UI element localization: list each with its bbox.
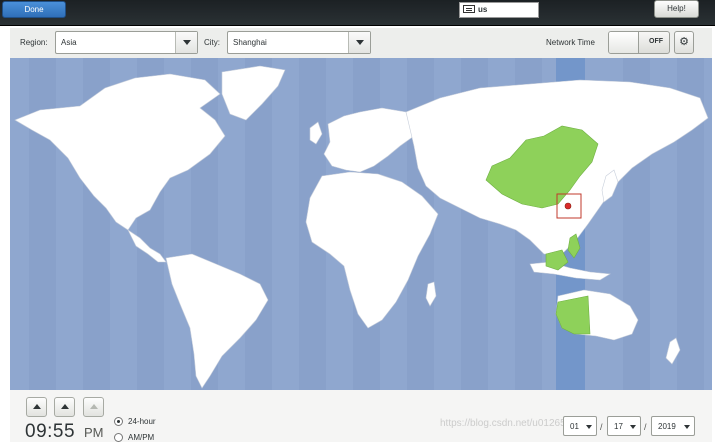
minute-increment-button[interactable] <box>54 397 75 417</box>
network-time-state: OFF <box>649 38 663 45</box>
city-label: City: <box>204 38 220 47</box>
date-time-panel: 09:55 PM 24-hour AM/PM https://blog.csdn… <box>10 390 712 442</box>
city-dropdown-arrow[interactable] <box>348 32 370 53</box>
region-label: Region: <box>20 38 48 47</box>
ampm-increment-button[interactable] <box>83 397 104 417</box>
gear-icon: ⚙ <box>679 36 689 48</box>
format-24h-radio[interactable] <box>114 417 123 426</box>
month-combo[interactable]: 01 <box>563 416 597 436</box>
greenland <box>221 65 286 121</box>
city-value: Shanghai <box>233 38 267 47</box>
date-separator: / <box>600 422 603 432</box>
help-button[interactable]: Help! <box>654 0 699 18</box>
month-value: 01 <box>570 422 579 431</box>
date-separator: / <box>644 422 647 432</box>
keyboard-layout-indicator[interactable]: us <box>459 2 539 18</box>
switch-knob[interactable] <box>609 32 639 53</box>
time-display: 09:55 <box>25 421 76 442</box>
chevron-down-icon <box>684 425 690 429</box>
chevron-up-icon <box>33 404 41 409</box>
world-map-svg[interactable] <box>10 58 712 390</box>
city-combo[interactable]: Shanghai <box>227 31 371 54</box>
ampm-display: PM <box>84 425 104 440</box>
region-value: Asia <box>61 38 77 47</box>
chevron-down-icon <box>586 425 592 429</box>
day-value: 17 <box>614 422 623 431</box>
network-time-settings-button[interactable]: ⚙ <box>674 31 694 54</box>
year-value: 2019 <box>658 422 676 431</box>
done-button[interactable]: Done <box>2 1 66 18</box>
year-combo[interactable]: 2019 <box>651 416 695 436</box>
europe <box>323 107 419 173</box>
chevron-down-icon <box>630 425 636 429</box>
chevron-down-icon <box>183 40 191 45</box>
hour-increment-button[interactable] <box>26 397 47 417</box>
format-ampm-radio[interactable] <box>114 433 123 442</box>
keyboard-icon <box>463 5 475 13</box>
keyboard-layout-label: us <box>478 5 488 14</box>
top-bar: Done us Help! <box>0 0 715 26</box>
chevron-up-icon <box>61 404 69 409</box>
format-ampm-label: AM/PM <box>128 433 155 442</box>
chevron-up-icon <box>90 404 98 409</box>
region-combo[interactable]: Asia <box>55 31 198 54</box>
day-combo[interactable]: 17 <box>607 416 641 436</box>
network-time-switch[interactable]: OFF <box>608 31 670 54</box>
timezone-toolbar: Region: Asia City: Shanghai Network Time… <box>10 28 712 58</box>
network-time-label: Network Time <box>546 38 595 47</box>
region-dropdown-arrow[interactable] <box>175 32 197 53</box>
chevron-down-icon <box>356 40 364 45</box>
timezone-map[interactable] <box>10 58 712 390</box>
format-24h-label: 24-hour <box>128 417 156 426</box>
